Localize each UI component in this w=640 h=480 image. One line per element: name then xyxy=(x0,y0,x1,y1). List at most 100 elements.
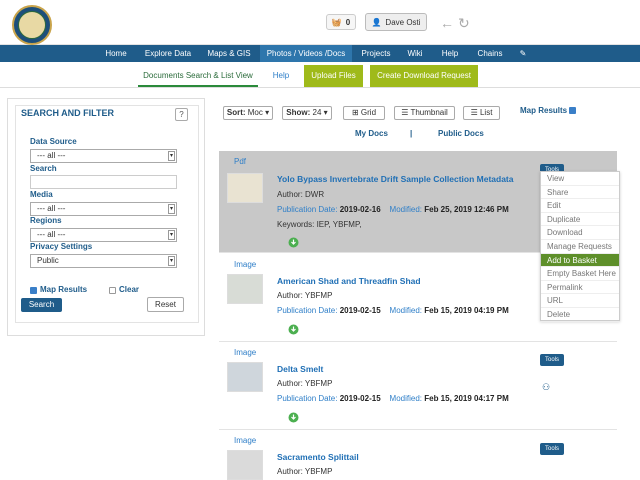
result-thumbnail[interactable] xyxy=(227,173,263,203)
pub-date-label: Publication Date: xyxy=(277,306,338,315)
nav-chains[interactable]: Chains xyxy=(474,45,506,62)
thumbnail-view-button[interactable]: ☰ Thumbnail xyxy=(394,106,455,120)
pub-date: 2019-02-15 xyxy=(339,306,381,315)
menu-item-empty-basket[interactable]: Empty Basket Here xyxy=(541,267,619,281)
media-select[interactable]: --- all --- ▾ xyxy=(30,202,177,216)
result-title[interactable]: Sacramento Splittail xyxy=(277,452,359,462)
result-thumbnail[interactable] xyxy=(227,450,263,480)
menu-item-manage-requests[interactable]: Manage Requests xyxy=(541,240,619,254)
menu-item-add-to-basket[interactable]: Add to Basket xyxy=(541,253,619,268)
sort-select[interactable]: Sort: Moc ▾ xyxy=(223,106,273,120)
map-results-text: Map Results xyxy=(520,106,568,115)
result-row[interactable]: Image Sacramento Splittail Author: YBFMP… xyxy=(219,430,617,480)
result-type: Pdf xyxy=(234,157,247,166)
top-header: 🧺 0 👤 Dave Osti ← ↻ xyxy=(0,0,640,45)
list-view-button[interactable]: ☰ List xyxy=(463,106,500,120)
nav-maps-gis[interactable]: Maps & GIS xyxy=(203,45,255,62)
chevron-down-icon: ▾ xyxy=(323,108,328,117)
clear-checkbox[interactable] xyxy=(109,287,116,294)
privacy-select[interactable]: Public ▾ xyxy=(30,254,177,268)
data-source-value: --- all --- xyxy=(37,151,66,160)
regions-select[interactable]: --- all --- ▾ xyxy=(30,228,177,242)
grid-view-button[interactable]: ⊞ Grid xyxy=(343,106,385,120)
search-button[interactable]: Search xyxy=(21,298,62,312)
user-icon: 👤 xyxy=(371,17,382,27)
nav-explore-data[interactable]: Explore Data xyxy=(140,45,196,62)
result-row[interactable]: Image Delta Smelt Author: YBFMP Publicat… xyxy=(219,342,617,430)
result-title[interactable]: American Shad and Threadfin Shad xyxy=(277,276,421,286)
reset-button[interactable]: Reset xyxy=(147,297,184,312)
search-label: Search xyxy=(30,164,57,173)
grid-label: Grid xyxy=(360,108,377,117)
result-title[interactable]: Yolo Bypass Invertebrate Drift Sample Co… xyxy=(277,174,514,184)
show-label: Show: xyxy=(286,108,311,117)
nav-photos-videos-docs[interactable]: Photos / Videos /Docs xyxy=(260,45,352,62)
public-docs-link[interactable]: Public Docs xyxy=(438,129,484,138)
pub-date: 2019-02-16 xyxy=(339,205,381,214)
subnav-help[interactable]: Help xyxy=(268,65,294,87)
chevron-down-icon: ▾ xyxy=(265,108,270,117)
chevron-down-icon: ▾ xyxy=(168,256,175,266)
menu-item-edit[interactable]: Edit xyxy=(541,199,619,213)
result-thumbnail[interactable] xyxy=(227,362,263,392)
my-docs-link[interactable]: My Docs xyxy=(355,129,388,138)
result-dates: Publication Date: 2019-02-16 Modified: F… xyxy=(277,205,509,214)
thumbnail-icon: ☰ xyxy=(401,108,409,117)
nav-help[interactable]: Help xyxy=(437,45,463,62)
subnav-documents-search[interactable]: Documents Search & List View xyxy=(138,65,258,87)
media-label: Media xyxy=(30,190,53,199)
show-value: 24 xyxy=(312,108,322,117)
mod-date-label: Modified: xyxy=(389,394,422,403)
menu-item-permalink[interactable]: Permalink xyxy=(541,281,619,295)
mod-date: Feb 25, 2019 12:46 PM xyxy=(424,205,509,214)
refresh-icon[interactable]: ↻ xyxy=(458,15,470,32)
nav-home[interactable]: Home xyxy=(100,45,132,62)
upload-files-button[interactable]: Upload Files xyxy=(304,65,363,87)
back-arrow-icon[interactable]: ← xyxy=(440,15,454,31)
result-author: Author: DWR xyxy=(277,190,325,199)
agency-logo[interactable] xyxy=(12,5,52,45)
basket-count: 0 xyxy=(345,17,351,27)
edit-icon[interactable]: ✎ xyxy=(516,45,530,62)
result-author: Author: YBFMP xyxy=(277,291,333,300)
result-author: Author: YBFMP xyxy=(277,467,333,476)
chevron-down-icon: ▾ xyxy=(168,230,175,240)
result-type: Image xyxy=(234,260,257,269)
search-input[interactable] xyxy=(30,175,177,189)
user-menu-button[interactable]: 👤 Dave Osti xyxy=(365,13,427,31)
basket-button[interactable]: 🧺 0 xyxy=(326,14,356,30)
result-thumbnail[interactable] xyxy=(227,274,263,304)
pub-date-label: Publication Date: xyxy=(277,394,338,403)
menu-item-share[interactable]: Share xyxy=(541,186,619,200)
menu-item-url[interactable]: URL xyxy=(541,294,619,308)
result-title[interactable]: Delta Smelt xyxy=(277,364,323,374)
tools-button[interactable]: Tools xyxy=(540,354,564,366)
user-name: Dave Osti xyxy=(385,17,421,27)
nav-wiki[interactable]: Wiki xyxy=(403,45,427,62)
tools-button[interactable]: Tools xyxy=(540,443,564,455)
download-icon[interactable] xyxy=(288,324,299,335)
menu-item-delete[interactable]: Delete xyxy=(541,308,619,322)
regions-value: --- all --- xyxy=(37,230,66,239)
chevron-down-icon: ▾ xyxy=(168,204,175,214)
menu-item-view[interactable]: View xyxy=(541,172,619,186)
download-icon[interactable] xyxy=(288,237,299,248)
menu-item-duplicate[interactable]: Duplicate xyxy=(541,213,619,227)
menu-item-download[interactable]: Download xyxy=(541,226,619,240)
privacy-value: Public xyxy=(37,256,59,265)
data-source-select[interactable]: --- all --- ▾ xyxy=(30,149,177,163)
nav-projects[interactable]: Projects xyxy=(357,45,395,62)
users-icon[interactable]: ⚇ xyxy=(542,382,550,393)
mod-date: Feb 15, 2019 04:17 PM xyxy=(424,394,509,403)
show-select[interactable]: Show: 24 ▾ xyxy=(282,106,332,120)
map-results-toggle[interactable]: Map Results xyxy=(520,106,577,115)
result-type: Image xyxy=(234,436,257,445)
sort-label: Sort: xyxy=(226,108,246,117)
create-download-request-button[interactable]: Create Download Request xyxy=(370,65,478,87)
map-results-checkbox[interactable] xyxy=(30,287,37,294)
result-type: Image xyxy=(234,348,257,357)
docs-separator: | xyxy=(410,129,413,138)
download-icon[interactable] xyxy=(288,412,299,423)
help-icon[interactable]: ? xyxy=(175,108,188,121)
search-filter-title: SEARCH AND FILTER xyxy=(21,108,114,118)
